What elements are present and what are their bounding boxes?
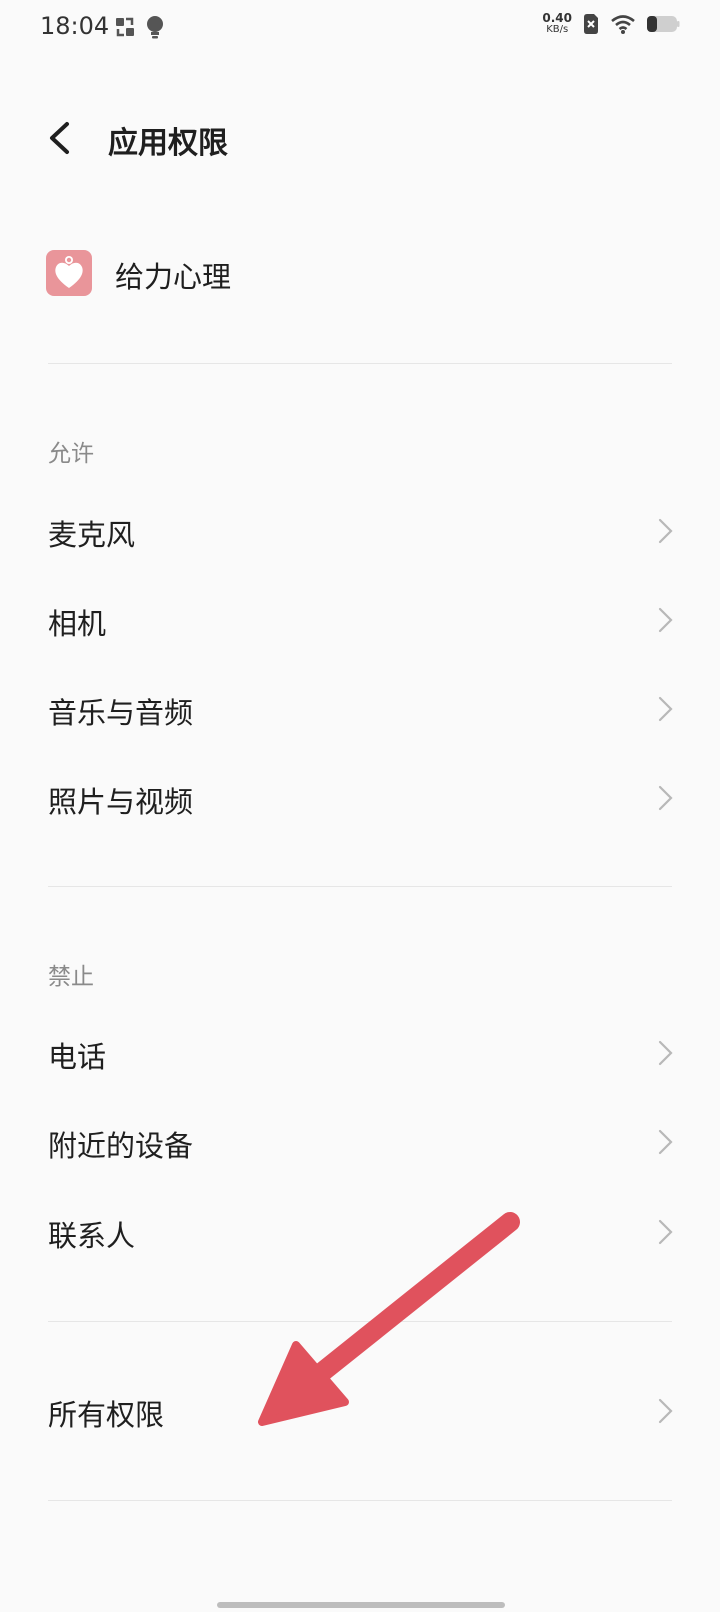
chevron-right-icon <box>658 1129 673 1155</box>
divider <box>48 886 672 887</box>
header: 应用权限 <box>0 100 720 180</box>
status-time: 18:04 <box>40 12 110 40</box>
heart-app-icon <box>46 250 92 296</box>
chevron-right-icon <box>658 696 673 722</box>
section-label-denied: 禁止 <box>48 964 94 990</box>
back-button[interactable] <box>40 116 84 160</box>
bulb-icon <box>147 16 163 39</box>
permission-row-camera[interactable]: 相机 <box>0 581 720 661</box>
permission-row-nearby-devices[interactable]: 附近的设备 <box>0 1103 720 1183</box>
permission-row-phone[interactable]: 电话 <box>0 1014 720 1094</box>
network-speed: 0.40 KB/s <box>542 11 572 35</box>
permission-label: 附近的设备 <box>48 1129 194 1163</box>
divider <box>48 363 672 364</box>
app-name: 给力心理 <box>115 260 232 294</box>
home-indicator[interactable] <box>217 1602 505 1608</box>
chevron-right-icon <box>658 1219 673 1245</box>
permission-row-microphone[interactable]: 麦克风 <box>0 492 720 572</box>
app-info-row: 给力心理 <box>0 240 720 320</box>
chevron-right-icon <box>658 1040 673 1066</box>
chevron-right-icon <box>658 607 673 633</box>
sim-disabled-icon <box>584 14 598 34</box>
all-permissions-row[interactable]: 所有权限 <box>0 1372 720 1452</box>
divider <box>48 1500 672 1501</box>
all-permissions-label: 所有权限 <box>48 1398 165 1432</box>
chevron-right-icon <box>658 1398 673 1424</box>
permission-label: 照片与视频 <box>48 785 194 819</box>
permission-row-photos-videos[interactable]: 照片与视频 <box>0 759 720 839</box>
status-bar: 18:04 0.40 KB/s <box>0 0 720 56</box>
battery-icon <box>647 16 680 32</box>
section-label-allowed: 允许 <box>48 441 94 467</box>
page-title: 应用权限 <box>108 126 228 161</box>
permission-label: 麦克风 <box>48 518 136 552</box>
screen-record-icon <box>116 17 134 37</box>
status-right-icons: 0.40 KB/s <box>542 12 680 36</box>
permission-label: 音乐与音频 <box>48 696 194 730</box>
chevron-right-icon <box>658 518 673 544</box>
permission-label: 联系人 <box>48 1219 136 1253</box>
divider <box>48 1321 672 1322</box>
back-arrow-icon <box>50 122 69 154</box>
permission-label: 相机 <box>48 607 107 641</box>
status-left-icons <box>114 14 166 40</box>
wifi-icon <box>611 15 635 34</box>
permission-label: 电话 <box>48 1040 107 1074</box>
permission-row-contacts[interactable]: 联系人 <box>0 1193 720 1273</box>
permission-row-music-audio[interactable]: 音乐与音频 <box>0 670 720 750</box>
chevron-right-icon <box>658 785 673 811</box>
